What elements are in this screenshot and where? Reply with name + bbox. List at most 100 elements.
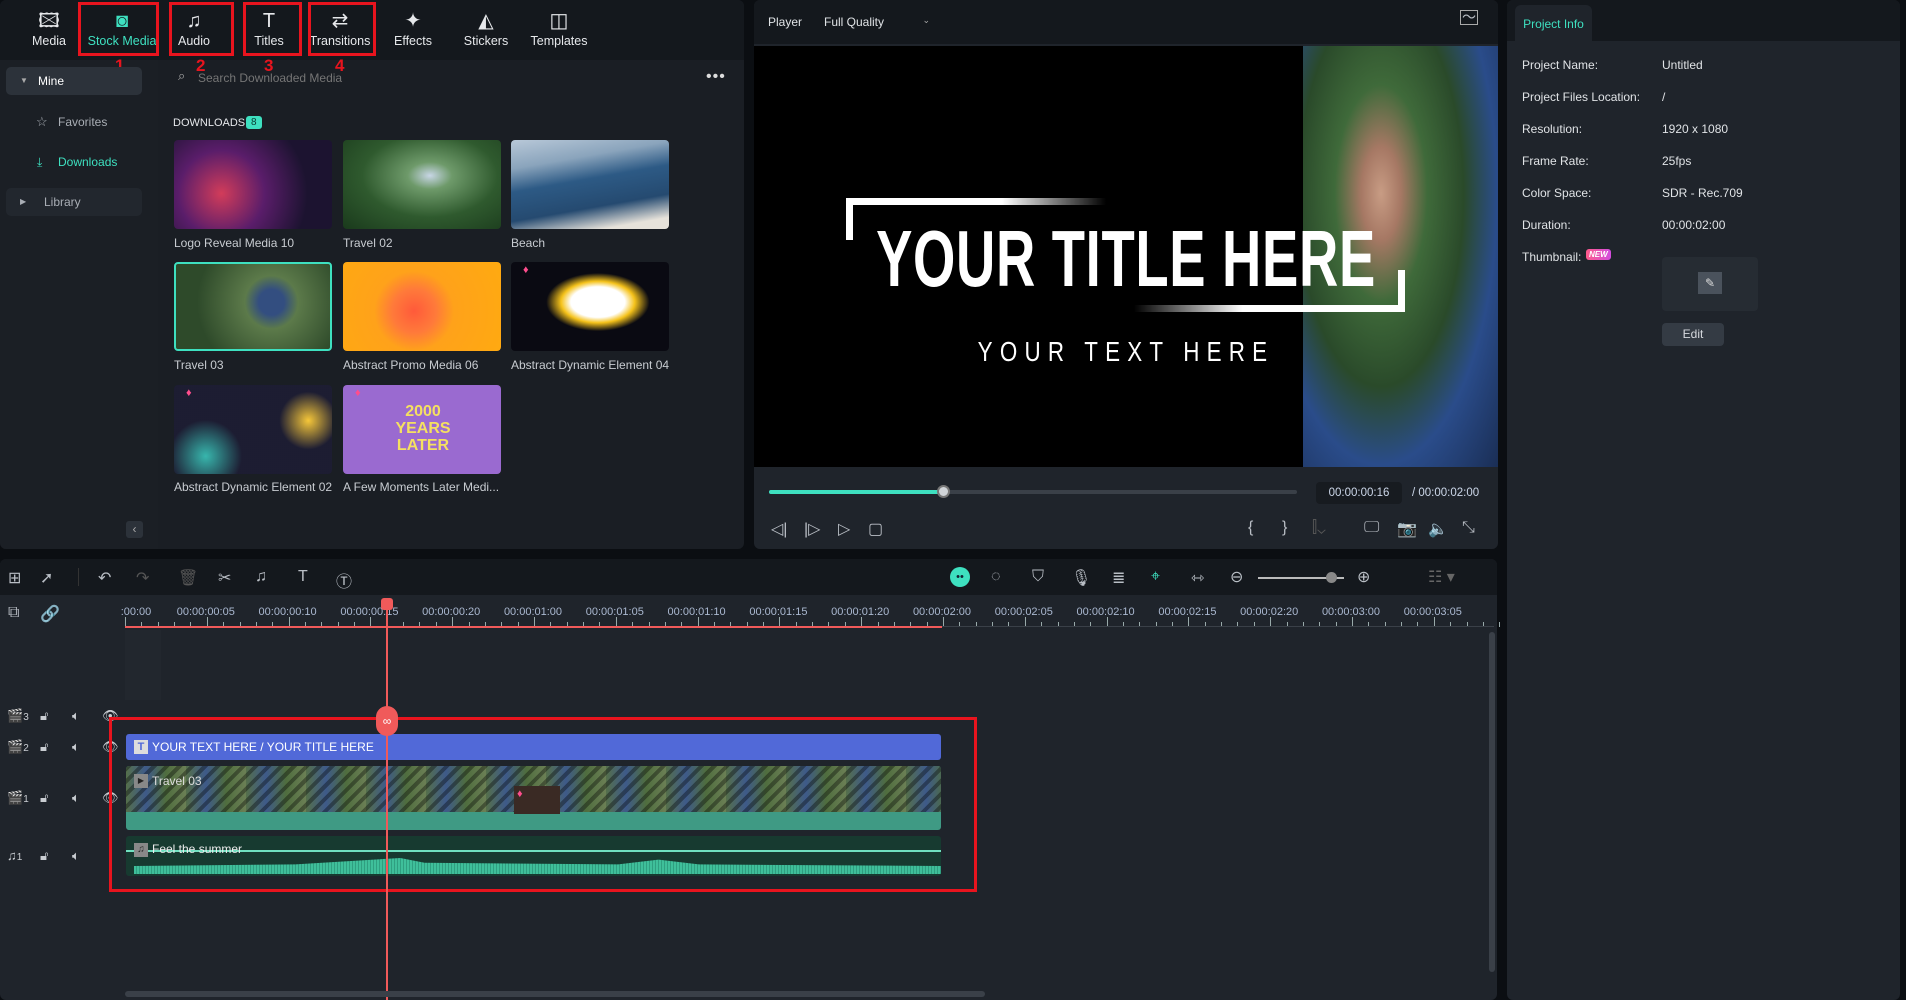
track-layout-icon[interactable]: ☷ ▾ bbox=[1428, 567, 1455, 587]
layout-icon[interactable]: ⊞ bbox=[8, 568, 21, 588]
next-frame-icon[interactable]: |▷ bbox=[804, 519, 820, 539]
project-info-value: SDR - Rec.709 bbox=[1662, 186, 1743, 200]
text-tool-icon[interactable]: T bbox=[298, 568, 308, 586]
microphone-icon[interactable]: 🎙 bbox=[1071, 568, 1091, 588]
project-info-value: 25fps bbox=[1662, 154, 1692, 168]
render-preview-icon[interactable]: ◌ bbox=[991, 568, 1001, 586]
project-info-panel bbox=[1507, 0, 1900, 1000]
media-label: Logo Reveal Media 10 bbox=[174, 236, 295, 250]
mute-icon[interactable]: 🔈︎ bbox=[72, 790, 80, 806]
project-info-label: Frame Rate: bbox=[1522, 154, 1589, 168]
quality-dropdown[interactable]: Full Quality ⌄ bbox=[818, 10, 936, 34]
caret-right-icon: ▶ bbox=[20, 197, 27, 206]
zoom-in-icon[interactable]: ⊕ bbox=[1357, 567, 1370, 587]
media-thumb-abstract-dynamic-02[interactable]: ♦ bbox=[174, 385, 332, 474]
mute-icon[interactable]: 🔈︎ bbox=[72, 848, 80, 864]
speech-to-text-icon[interactable]: Ⓣ bbox=[336, 568, 352, 592]
media-thumb-logo-reveal[interactable] bbox=[174, 140, 332, 229]
edit-thumbnail-button[interactable]: Edit bbox=[1662, 323, 1724, 346]
thumbnail-preview[interactable]: ✎ bbox=[1662, 257, 1758, 311]
delete-icon[interactable]: 🗑 bbox=[178, 568, 198, 588]
media-thumb-abstract-promo[interactable] bbox=[343, 262, 501, 351]
split-marker-icon[interactable]: ∞ bbox=[376, 706, 398, 736]
lock-icon[interactable]: 🔓︎ bbox=[40, 739, 48, 755]
media-thumb-travel-02[interactable] bbox=[343, 140, 501, 229]
horizontal-scrollbar[interactable] bbox=[125, 991, 985, 997]
ai-copilot-icon[interactable]: •• bbox=[950, 567, 970, 587]
media-thumb-beach[interactable] bbox=[511, 140, 669, 229]
snap-icon[interactable]: ⌖ bbox=[1151, 568, 1160, 586]
mute-icon[interactable]: 🔈︎ bbox=[72, 708, 80, 724]
track-number: 3 bbox=[23, 712, 29, 723]
audio-mixer-icon[interactable]: ≣ bbox=[1112, 568, 1125, 588]
title-frame-top bbox=[846, 198, 1106, 205]
media-thumb-abstract-dynamic-04[interactable]: ♦ bbox=[511, 262, 669, 351]
fullscreen-icon[interactable]: ⤡ bbox=[1462, 519, 1475, 537]
scopes-icon[interactable]: 〜 bbox=[1460, 10, 1478, 25]
snapshot-icon[interactable]: 📷 bbox=[1397, 519, 1417, 539]
thumb-overlay-text: 2000 YEARS LATER bbox=[395, 403, 451, 454]
tab-label: Media bbox=[31, 34, 67, 48]
media-label: Abstract Dynamic Element 04 bbox=[511, 358, 670, 372]
tab-project-info[interactable]: Project Info bbox=[1515, 5, 1592, 41]
mute-icon[interactable]: 🔈︎ bbox=[72, 739, 80, 755]
ruler-label: 00:00:01:00 bbox=[503, 606, 563, 618]
preview-subtitle-text: YOUR TEXT HERE bbox=[977, 336, 1275, 367]
volume-icon[interactable]: 🔈 bbox=[1428, 519, 1448, 539]
cut-icon[interactable]: ✂ bbox=[218, 568, 231, 588]
playhead-line[interactable] bbox=[386, 604, 388, 1000]
display-settings-icon[interactable]: 🖵 bbox=[1364, 519, 1379, 537]
sidebar-item-downloads[interactable]: ⤓ Downloads bbox=[6, 148, 142, 176]
select-tool-icon[interactable]: ➚ bbox=[40, 568, 53, 588]
track-number: 1 bbox=[23, 794, 29, 805]
playback-progress-track[interactable] bbox=[769, 485, 1297, 498]
ruler-label: 00:00:00:10 bbox=[258, 606, 317, 618]
lock-icon[interactable]: 🔓︎ bbox=[40, 708, 48, 724]
lock-icon[interactable]: 🔓︎ bbox=[40, 848, 48, 864]
sidebar-item-favorites[interactable]: ☆ Favorites bbox=[6, 108, 142, 136]
timeline-zoom-slider[interactable] bbox=[1258, 572, 1344, 583]
add-track-icon[interactable]: ⧉ bbox=[8, 604, 19, 622]
audio-track-icon: ♫1 bbox=[7, 848, 23, 863]
mark-out-icon[interactable]: } bbox=[1282, 519, 1287, 537]
stickers-icon: ◭ bbox=[478, 10, 494, 32]
insert-icon[interactable]: ⫿⌄ bbox=[1312, 519, 1326, 537]
fit-timeline-icon[interactable]: ⇿ bbox=[1191, 568, 1204, 588]
sidebar-item-label: Downloads bbox=[58, 155, 118, 169]
video-preview: YOUR TITLE HERE YOUR TEXT HERE bbox=[754, 46, 1498, 467]
download-icon: ⤓ bbox=[37, 155, 43, 169]
marker-icon[interactable]: ⛉ bbox=[1032, 568, 1044, 586]
ruler-label: 00:00:02:10 bbox=[1076, 606, 1135, 618]
collapse-sidebar-button[interactable]: ‹ bbox=[126, 521, 143, 538]
stop-icon[interactable]: ▢ bbox=[868, 519, 883, 539]
premium-gem-icon: ♦ bbox=[523, 264, 529, 276]
edit-pencil-icon: ✎ bbox=[1698, 272, 1722, 294]
undo-icon[interactable]: ↶ bbox=[98, 568, 111, 588]
previous-frame-icon[interactable]: ◁| bbox=[771, 519, 787, 539]
search-input[interactable] bbox=[198, 67, 678, 89]
sidebar-item-library[interactable]: ▶ Library bbox=[6, 188, 142, 216]
more-options-button[interactable]: ••• bbox=[706, 68, 726, 86]
tab-media[interactable]: 🖾 Media bbox=[11, 8, 87, 48]
empty-track-area bbox=[125, 630, 161, 700]
audio-edit-icon[interactable]: ♫ bbox=[255, 568, 267, 586]
play-icon[interactable]: ▷ bbox=[838, 519, 850, 539]
sidebar-item-mine[interactable]: ▼ Mine bbox=[6, 67, 142, 95]
player-label: Player bbox=[768, 15, 803, 29]
tab-effects[interactable]: ✦ Effects bbox=[375, 8, 451, 48]
current-time-display[interactable]: 00:00:00:16 bbox=[1316, 482, 1402, 504]
tab-stickers[interactable]: ◭ Stickers bbox=[448, 8, 524, 48]
zoom-out-icon[interactable]: ⊖ bbox=[1230, 567, 1243, 587]
media-thumb-travel-03[interactable] bbox=[174, 262, 332, 351]
tab-templates[interactable]: ◫ Templates bbox=[521, 8, 597, 48]
star-icon: ☆ bbox=[36, 114, 48, 129]
track-number: 2 bbox=[23, 743, 29, 754]
mark-in-icon[interactable]: { bbox=[1248, 519, 1253, 537]
ruler-label: 00:00:02:05 bbox=[994, 606, 1053, 618]
media-thumb-few-moments-later[interactable]: ♦ 2000 YEARS LATER bbox=[343, 385, 501, 474]
redo-icon[interactable]: ↷ bbox=[136, 568, 149, 588]
link-icon[interactable]: 🔗 bbox=[40, 604, 60, 624]
lock-icon[interactable]: 🔓︎ bbox=[40, 790, 48, 806]
playhead-handle[interactable] bbox=[381, 598, 393, 610]
vertical-scrollbar[interactable] bbox=[1489, 632, 1495, 972]
